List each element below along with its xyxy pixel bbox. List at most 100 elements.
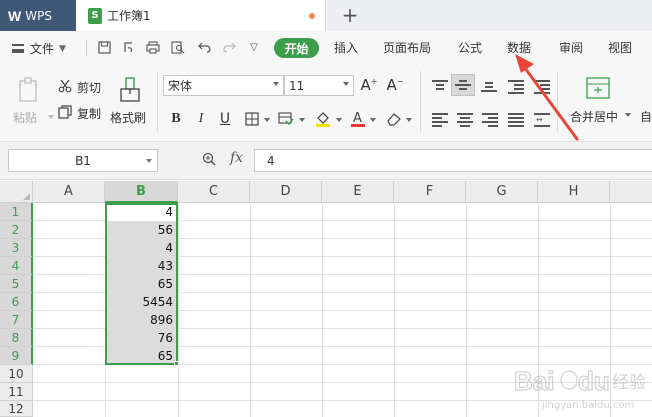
fill-color-button[interactable] bbox=[314, 110, 332, 128]
baidu-watermark: Bai du 经验 jingyan.baidu.com bbox=[512, 356, 652, 417]
merge-center-button[interactable]: 合并居中 bbox=[568, 75, 628, 133]
row-header[interactable]: 6 bbox=[0, 293, 33, 311]
fill-handle[interactable] bbox=[174, 361, 179, 366]
font-name-select[interactable]: 宋体 bbox=[163, 75, 284, 96]
align-middle-button[interactable] bbox=[451, 74, 475, 96]
separator bbox=[86, 40, 87, 56]
column-header[interactable]: D bbox=[250, 181, 322, 203]
title-bar: W WPS S 工作簿1 + bbox=[0, 0, 652, 31]
row-header[interactable]: 7 bbox=[0, 311, 33, 329]
row-header[interactable]: 12 bbox=[0, 401, 33, 417]
customize-toolbar-icon[interactable]: ▽ bbox=[246, 39, 262, 55]
borders-button[interactable] bbox=[243, 110, 261, 128]
new-tab-button[interactable]: + bbox=[340, 3, 360, 27]
cell-b7[interactable]: 896 bbox=[107, 311, 176, 329]
font-size-value: 11 bbox=[289, 78, 305, 93]
cell-b1[interactable]: 4 bbox=[107, 203, 176, 221]
increase-indent-button[interactable] bbox=[534, 79, 550, 94]
print-preview-icon[interactable] bbox=[170, 39, 186, 55]
cell-b3[interactable]: 4 bbox=[107, 239, 176, 257]
separator bbox=[557, 71, 558, 133]
svg-text:Bai: Bai bbox=[514, 366, 554, 396]
insert-function-button[interactable]: fx bbox=[230, 150, 243, 166]
cell-b4[interactable]: 43 bbox=[107, 257, 176, 275]
cell-b5[interactable]: 65 bbox=[107, 275, 176, 293]
svg-text:A: A bbox=[353, 111, 362, 126]
bold-button[interactable]: B bbox=[167, 110, 185, 128]
unsaved-indicator-icon bbox=[309, 13, 315, 19]
watermark-url: jingyan.baidu.com bbox=[542, 400, 635, 411]
cell-b9[interactable]: 65 bbox=[107, 347, 176, 365]
bold-icon: B bbox=[171, 111, 181, 126]
column-header[interactable]: E bbox=[322, 181, 394, 203]
align-bottom-button[interactable] bbox=[481, 79, 497, 93]
align-left-button[interactable] bbox=[432, 112, 448, 127]
font-color-button[interactable]: A bbox=[349, 110, 367, 128]
format-painter-icon bbox=[120, 77, 140, 102]
wps-home-tab[interactable]: W WPS bbox=[0, 0, 76, 31]
format-painter-label: 格式刷 bbox=[110, 111, 147, 125]
tab-view[interactable]: 视图 bbox=[608, 39, 632, 56]
select-all-corner[interactable] bbox=[0, 181, 33, 203]
row-header[interactable]: 4 bbox=[0, 257, 33, 275]
clear-button[interactable] bbox=[385, 110, 403, 128]
hamburger-icon bbox=[12, 44, 24, 53]
align-center-button[interactable] bbox=[457, 112, 473, 127]
column-header[interactable] bbox=[610, 181, 652, 203]
row-header[interactable]: 8 bbox=[0, 329, 33, 347]
name-box[interactable]: B1 bbox=[8, 149, 158, 172]
row-header[interactable]: 11 bbox=[0, 383, 33, 401]
document-tab[interactable]: S 工作簿1 bbox=[76, 0, 326, 31]
export-pdf-icon[interactable] bbox=[121, 39, 137, 55]
row-header[interactable]: 9 bbox=[0, 347, 33, 365]
align-right-button[interactable] bbox=[482, 112, 498, 127]
eraser-icon bbox=[387, 113, 401, 126]
format-painter-button[interactable]: 格式刷 bbox=[110, 75, 150, 133]
column-header[interactable]: F bbox=[394, 181, 466, 203]
tab-data[interactable]: 数据 bbox=[507, 39, 531, 56]
align-top-button[interactable] bbox=[432, 79, 448, 93]
font-size-select[interactable]: 11 bbox=[284, 75, 354, 96]
tab-formulas[interactable]: 公式 bbox=[458, 39, 482, 56]
distributed-align-button[interactable]: ↔ bbox=[534, 112, 550, 127]
cell-style-button[interactable] bbox=[277, 110, 295, 128]
row-header[interactable]: 1 bbox=[0, 203, 33, 221]
justify-button[interactable] bbox=[508, 112, 524, 127]
zoom-search-icon[interactable] bbox=[202, 152, 216, 170]
separator bbox=[420, 71, 421, 133]
undo-icon[interactable] bbox=[196, 39, 212, 55]
italic-button[interactable]: I bbox=[192, 110, 210, 128]
menu-bar: 文件 ▼ ▽ 开始 插入 页面布局 公式 数据 审阅 视图 bbox=[0, 31, 652, 65]
row-header[interactable]: 10 bbox=[0, 365, 33, 383]
tab-review[interactable]: 审阅 bbox=[559, 39, 583, 56]
column-header[interactable]: H bbox=[538, 181, 610, 203]
auto-wrap-label[interactable]: 自 bbox=[640, 108, 652, 125]
column-header[interactable]: A bbox=[33, 181, 105, 203]
cell-b6[interactable]: 5454 bbox=[107, 293, 176, 311]
column-header[interactable]: G bbox=[466, 181, 538, 203]
decrease-font-size-button[interactable]: A− bbox=[386, 76, 404, 94]
row-header[interactable]: 5 bbox=[0, 275, 33, 293]
cell-b2[interactable]: 56 bbox=[107, 221, 176, 239]
tab-insert[interactable]: 插入 bbox=[334, 39, 358, 56]
formula-input[interactable]: 4 bbox=[254, 149, 652, 172]
file-menu-button[interactable]: 文件 ▼ bbox=[12, 40, 66, 57]
print-icon[interactable] bbox=[145, 39, 161, 55]
increase-font-size-button[interactable]: A+ bbox=[360, 76, 378, 94]
merge-cells-icon bbox=[586, 77, 610, 99]
copy-button[interactable]: 复制 bbox=[58, 104, 106, 122]
row-header[interactable]: 2 bbox=[0, 221, 33, 239]
tab-page-layout[interactable]: 页面布局 bbox=[383, 39, 431, 56]
decrease-indent-button[interactable] bbox=[508, 79, 524, 94]
row-header[interactable]: 3 bbox=[0, 239, 33, 257]
save-icon[interactable] bbox=[96, 39, 112, 55]
column-header[interactable]: C bbox=[178, 181, 250, 203]
formula-content: 4 bbox=[267, 153, 275, 168]
column-header[interactable]: B bbox=[105, 181, 178, 203]
paste-button[interactable]: 粘贴 bbox=[13, 75, 54, 133]
cell-b8[interactable]: 76 bbox=[107, 329, 176, 347]
underline-button[interactable]: U bbox=[216, 110, 234, 128]
redo-icon[interactable] bbox=[221, 39, 237, 55]
cut-button[interactable]: 剪切 bbox=[58, 78, 106, 96]
tab-home[interactable]: 开始 bbox=[274, 38, 319, 58]
